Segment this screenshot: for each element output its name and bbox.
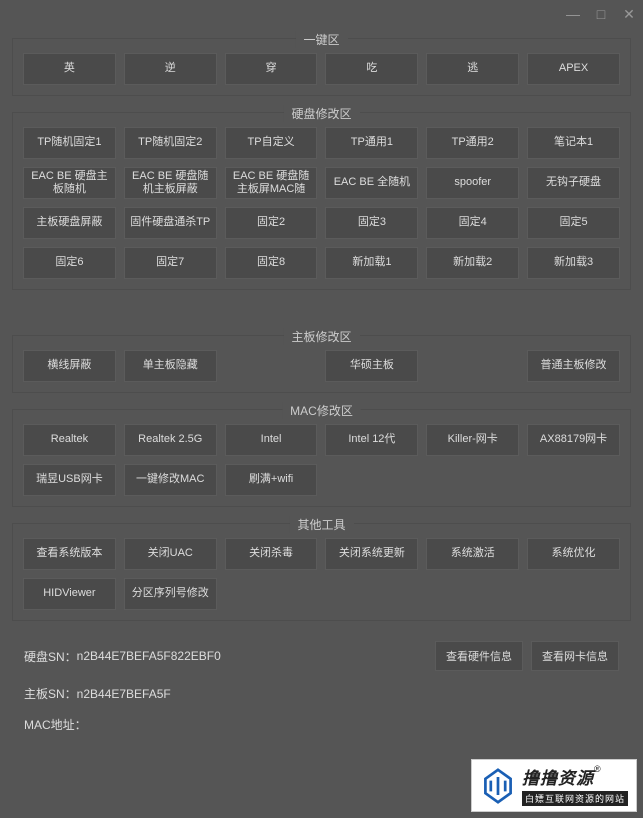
other-btn-0-1[interactable]: 关闭UAC bbox=[124, 538, 217, 570]
onekey-btn-2[interactable]: 穿 bbox=[225, 53, 318, 85]
mac-btn-0-0[interactable]: Realtek bbox=[23, 424, 116, 456]
watermark-logo-icon bbox=[480, 768, 516, 804]
mac-btn-0-1[interactable]: Realtek 2.5G bbox=[124, 424, 217, 456]
section-other: 其他工具 查看系统版本关闭UAC关闭杀毒关闭系统更新系统激活系统优化HIDVie… bbox=[12, 523, 631, 621]
disk-btn-2-1[interactable]: 固件硬盘通杀TP bbox=[124, 207, 217, 239]
other-btn-0-0[interactable]: 查看系统版本 bbox=[23, 538, 116, 570]
maximize-button[interactable]: □ bbox=[593, 6, 609, 22]
disk-btn-1-5[interactable]: 无钩子硬盘 bbox=[527, 167, 620, 199]
mobo-btn-3[interactable]: 华硕主板 bbox=[325, 350, 418, 382]
disk-btn-3-0[interactable]: 固定6 bbox=[23, 247, 116, 279]
disk-btn-1-4[interactable]: spoofer bbox=[426, 167, 519, 199]
mobo-sn-label: 主板SN： bbox=[24, 685, 77, 702]
info-section: 硬盘SN： n2B44E7BEFA5F822EBF0 查看硬件信息 查看网卡信息… bbox=[12, 637, 631, 751]
disk-btn-1-3[interactable]: EAC BE 全随机 bbox=[325, 167, 418, 199]
mac-btn-1-2[interactable]: 刷满+wifi bbox=[225, 464, 318, 496]
other-btn-1-1[interactable]: 分区序列号修改 bbox=[124, 578, 217, 610]
disk-btn-1-0[interactable]: EAC BE 硬盘主板随机 bbox=[23, 167, 116, 199]
other-btn-0-3[interactable]: 关闭系统更新 bbox=[325, 538, 418, 570]
section-other-title: 其他工具 bbox=[289, 516, 353, 533]
disk-btn-0-4[interactable]: TP通用2 bbox=[426, 127, 519, 159]
section-mobo: 主板修改区 横线屏蔽单主板隐藏华硕主板普通主板修改 bbox=[12, 335, 631, 393]
section-onekey-title: 一键区 bbox=[295, 31, 347, 48]
mobo-btn-1[interactable]: 单主板隐藏 bbox=[124, 350, 217, 382]
onekey-btn-0[interactable]: 英 bbox=[23, 53, 116, 85]
disk-btn-2-0[interactable]: 主板硬盘屏蔽 bbox=[23, 207, 116, 239]
disk-btn-0-2[interactable]: TP自定义 bbox=[225, 127, 318, 159]
mac-btn-0-4[interactable]: Killer-网卡 bbox=[426, 424, 519, 456]
disk-btn-3-1[interactable]: 固定7 bbox=[124, 247, 217, 279]
disk-btn-2-3[interactable]: 固定3 bbox=[325, 207, 418, 239]
other-btn-0-2[interactable]: 关闭杀毒 bbox=[225, 538, 318, 570]
watermark-text: 撸撸资源® 白嫖互联网资源的网站 bbox=[522, 764, 628, 807]
section-disk-title: 硬盘修改区 bbox=[283, 105, 359, 122]
onekey-btn-4[interactable]: 逃 bbox=[426, 53, 519, 85]
spacer bbox=[426, 578, 519, 610]
disk-btn-3-3[interactable]: 新加载1 bbox=[325, 247, 418, 279]
disk-sn-value: n2B44E7BEFA5F822EBF0 bbox=[77, 649, 221, 663]
disk-btn-1-1[interactable]: EAC BE 硬盘随机主板屏蔽 bbox=[124, 167, 217, 199]
watermark-reg: ® bbox=[594, 764, 601, 774]
spacer bbox=[325, 578, 418, 610]
other-btn-1-0[interactable]: HIDViewer bbox=[23, 578, 116, 610]
spacer bbox=[426, 350, 519, 382]
spacer bbox=[225, 350, 318, 382]
mac-btn-1-1[interactable]: 一键修改MAC bbox=[124, 464, 217, 496]
mac-btn-0-3[interactable]: Intel 12代 bbox=[325, 424, 418, 456]
disk-btn-0-3[interactable]: TP通用1 bbox=[325, 127, 418, 159]
disk-btn-3-4[interactable]: 新加载2 bbox=[426, 247, 519, 279]
close-button[interactable]: ✕ bbox=[621, 6, 637, 23]
other-btn-0-4[interactable]: 系统激活 bbox=[426, 538, 519, 570]
mac-addr-label: MAC地址： bbox=[24, 716, 87, 733]
other-btn-0-5[interactable]: 系统优化 bbox=[527, 538, 620, 570]
watermark: 撸撸资源® 白嫖互联网资源的网站 bbox=[471, 759, 637, 812]
watermark-sub: 白嫖互联网资源的网站 bbox=[522, 791, 628, 806]
section-onekey: 一键区 英逆穿吃逃APEX bbox=[12, 38, 631, 96]
mac-btn-0-5[interactable]: AX88179网卡 bbox=[527, 424, 620, 456]
watermark-main: 撸撸资源 bbox=[522, 769, 594, 788]
section-mac: MAC修改区 RealtekRealtek 2.5GIntelIntel 12代… bbox=[12, 409, 631, 507]
mobo-btn-5[interactable]: 普通主板修改 bbox=[527, 350, 620, 382]
disk-btn-2-4[interactable]: 固定4 bbox=[426, 207, 519, 239]
onekey-btn-5[interactable]: APEX bbox=[527, 53, 620, 85]
disk-btn-0-0[interactable]: TP随机固定1 bbox=[23, 127, 116, 159]
disk-btn-2-5[interactable]: 固定5 bbox=[527, 207, 620, 239]
section-mac-title: MAC修改区 bbox=[282, 402, 361, 419]
section-mobo-title: 主板修改区 bbox=[283, 328, 359, 345]
spacer bbox=[426, 464, 519, 496]
section-disk: 硬盘修改区 TP随机固定1TP随机固定2TP自定义TP通用1TP通用2笔记本1E… bbox=[12, 112, 631, 290]
disk-btn-3-5[interactable]: 新加载3 bbox=[527, 247, 620, 279]
spacer bbox=[527, 464, 620, 496]
disk-btn-3-2[interactable]: 固定8 bbox=[225, 247, 318, 279]
spacer bbox=[225, 578, 318, 610]
titlebar: — □ ✕ bbox=[0, 0, 643, 28]
disk-btn-1-2[interactable]: EAC BE 硬盘随主板屏MAC随 bbox=[225, 167, 318, 199]
main-content: 一键区 英逆穿吃逃APEX 硬盘修改区 TP随机固定1TP随机固定2TP自定义T… bbox=[0, 38, 643, 751]
disk-btn-0-1[interactable]: TP随机固定2 bbox=[124, 127, 217, 159]
disk-btn-0-5[interactable]: 笔记本1 bbox=[527, 127, 620, 159]
spacer bbox=[325, 464, 418, 496]
disk-sn-label: 硬盘SN： bbox=[24, 648, 77, 665]
view-netcard-button[interactable]: 查看网卡信息 bbox=[531, 641, 619, 671]
minimize-button[interactable]: — bbox=[565, 6, 581, 22]
mobo-btn-0[interactable]: 横线屏蔽 bbox=[23, 350, 116, 382]
onekey-btn-1[interactable]: 逆 bbox=[124, 53, 217, 85]
onekey-btn-3[interactable]: 吃 bbox=[325, 53, 418, 85]
mac-btn-1-0[interactable]: 瑞昱USB网卡 bbox=[23, 464, 116, 496]
mobo-sn-value: n2B44E7BEFA5F bbox=[77, 687, 171, 701]
disk-btn-2-2[interactable]: 固定2 bbox=[225, 207, 318, 239]
mac-btn-0-2[interactable]: Intel bbox=[225, 424, 318, 456]
view-hardware-button[interactable]: 查看硬件信息 bbox=[435, 641, 523, 671]
spacer bbox=[527, 578, 620, 610]
